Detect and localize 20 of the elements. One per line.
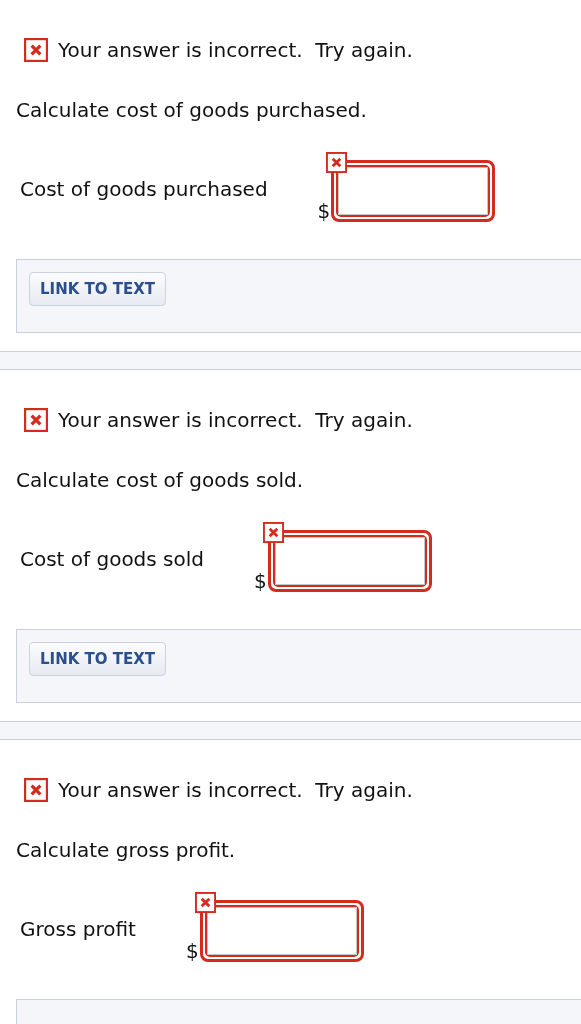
cross-icon [326, 152, 348, 173]
link-to-text-button[interactable]: LINK TO TEXT [29, 272, 167, 306]
instruction-text: Calculate cost of goods purchased. [16, 98, 368, 122]
field-label: Cost of goods purchased [20, 177, 268, 201]
feedback-message: Your answer is incorrect. Try again. [58, 408, 413, 432]
currency-prefix: $ [317, 200, 331, 222]
feedback-message: Your answer is incorrect. Try again. [58, 778, 413, 802]
cross-icon [262, 522, 284, 543]
field-label: Gross profit [20, 917, 136, 941]
field-label: Cost of goods sold [20, 547, 204, 571]
cross-icon [194, 892, 216, 913]
instruction-text: Calculate gross profit. [16, 838, 237, 862]
currency-prefix: $ [185, 940, 199, 962]
answer-field[interactable] [331, 160, 496, 222]
link-to-text-button[interactable]: LINK TO TEXT [29, 642, 167, 676]
currency-prefix: $ [254, 570, 267, 592]
instruction-text: Calculate cost of goods sold. [16, 468, 305, 492]
feedback-message: Your answer is incorrect. Try again. [58, 38, 413, 62]
answer-field[interactable] [199, 900, 364, 962]
answer-field[interactable] [267, 530, 432, 592]
